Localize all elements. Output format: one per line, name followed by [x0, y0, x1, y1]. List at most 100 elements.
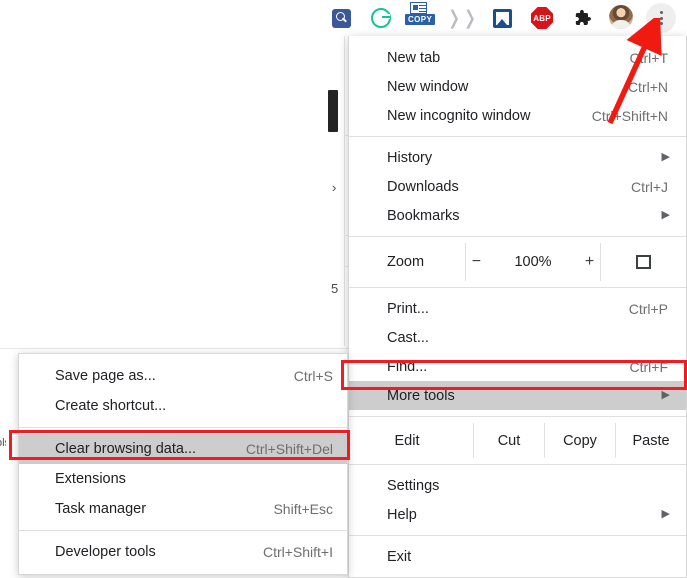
avatar-glyph — [609, 5, 633, 29]
menu-item-accelerator: Ctrl+F — [629, 358, 669, 375]
profile-avatar[interactable] — [607, 3, 635, 31]
submenu-item-label: Create shortcut... — [55, 398, 167, 414]
menu-separator — [349, 416, 686, 417]
search-glyph — [331, 8, 351, 28]
menu-item-accelerator: Ctrl+N — [627, 78, 668, 95]
copy-badge: COPY — [405, 14, 436, 25]
zoom-level-value: 100% — [514, 254, 552, 270]
chevrons-icon[interactable]: ❭❭ — [446, 4, 478, 32]
menu-item-label: New tab — [387, 49, 441, 66]
chrome-main-menu: New tab Ctrl+T New window Ctrl+N New inc… — [348, 36, 687, 578]
fullscreen-icon — [636, 255, 651, 269]
chevron-right-icon: ▶ — [661, 508, 670, 520]
chevrons-glyph: ❭❭ — [446, 7, 478, 29]
menu-item-label: Cast... — [387, 329, 429, 346]
submenu-separator — [19, 427, 347, 428]
chevron-right-icon: ▶ — [661, 209, 670, 221]
menu-item-accelerator: Ctrl+Shift+N — [591, 107, 668, 124]
background-horizontal-rule-4 — [0, 348, 348, 349]
menu-item-label: Exit — [387, 548, 412, 565]
menu-item-label: History — [387, 149, 433, 166]
menu-item-new-incognito-window[interactable]: New incognito window Ctrl+Shift+N — [349, 101, 686, 130]
menu-item-history[interactable]: History ▶ — [349, 143, 686, 172]
submenu-item-clear-browsing-data[interactable]: Clear browsing data... Ctrl+Shift+Del — [19, 434, 347, 464]
submenu-item-label: Extensions — [55, 471, 126, 487]
submenu-item-accelerator: Ctrl+S — [293, 368, 333, 384]
menu-item-label: Help — [387, 506, 417, 523]
menu-item-label: New incognito window — [387, 107, 531, 124]
background-dark-bar — [328, 90, 338, 132]
grammarly-icon[interactable] — [367, 4, 395, 32]
submenu-item-extensions[interactable]: Extensions — [19, 464, 347, 494]
submenu-item-label: Clear browsing data... — [55, 441, 197, 457]
menu-item-label: Downloads — [387, 178, 459, 195]
submenu-item-label: Developer tools — [55, 544, 156, 560]
chrome-menu-kebab-icon[interactable] — [646, 3, 676, 33]
menu-item-bookmarks[interactable]: Bookmarks ▶ — [349, 201, 686, 230]
edit-label: Edit — [394, 432, 420, 449]
menu-item-cast[interactable]: Cast... — [349, 323, 686, 352]
submenu-item-developer-tools[interactable]: Developer tools Ctrl+Shift+I — [19, 537, 347, 567]
edit-row: Edit Cut Copy Paste — [349, 423, 686, 458]
zoom-out-button[interactable]: − — [468, 253, 484, 271]
menu-separator — [349, 136, 686, 137]
zoom-controls: − 100% + — [465, 243, 601, 281]
menu-item-exit[interactable]: Exit — [349, 542, 686, 571]
menu-item-label: Find... — [387, 358, 428, 375]
menu-item-print[interactable]: Print... Ctrl+P — [349, 294, 686, 323]
cut-button[interactable]: Cut — [473, 423, 544, 458]
submenu-item-create-shortcut[interactable]: Create shortcut... — [19, 391, 347, 421]
zoom-label: Zoom — [387, 254, 425, 270]
menu-item-accelerator: Ctrl+J — [631, 178, 668, 195]
more-tools-submenu: Save page as... Ctrl+S Create shortcut..… — [18, 353, 348, 575]
submenu-item-accelerator: Ctrl+Shift+I — [262, 544, 333, 560]
background-text-fragment-1: › — [332, 180, 337, 195]
menu-item-label: More tools — [387, 387, 455, 404]
menu-separator — [349, 464, 686, 465]
background-vertical-rule — [344, 36, 345, 346]
paste-button[interactable]: Paste — [615, 423, 686, 458]
adblock-plus-icon[interactable]: ABP — [528, 4, 556, 32]
menu-separator — [349, 287, 686, 288]
background-text-fragment-3: ols — [0, 437, 6, 449]
image-extension-icon[interactable] — [488, 4, 516, 32]
submenu-item-accelerator: Ctrl+Shift+Del — [245, 441, 333, 457]
menu-item-label: Settings — [387, 477, 440, 494]
menu-item-help[interactable]: Help ▶ — [349, 500, 686, 529]
submenu-item-task-manager[interactable]: Task manager Shift+Esc — [19, 494, 347, 524]
menu-item-label: Bookmarks — [387, 207, 460, 224]
menu-item-downloads[interactable]: Downloads Ctrl+J — [349, 172, 686, 201]
search-extension-icon[interactable] — [327, 4, 355, 32]
photo-glyph — [492, 8, 512, 28]
submenu-item-save-page-as[interactable]: Save page as... Ctrl+S — [19, 361, 347, 391]
menu-item-more-tools[interactable]: More tools ▶ — [349, 381, 686, 410]
copy-extension-icon[interactable]: COPY — [405, 1, 436, 31]
copy-button[interactable]: Copy — [544, 423, 615, 458]
chevron-right-icon: ▶ — [661, 389, 670, 401]
menu-item-find[interactable]: Find... Ctrl+F — [349, 352, 686, 381]
menu-item-new-tab[interactable]: New tab Ctrl+T — [349, 43, 686, 72]
chevron-right-icon: ▶ — [661, 151, 670, 163]
copy-glyph: COPY — [405, 1, 436, 31]
background-text-fragment-2: 5 — [331, 281, 339, 296]
abp-badge: ABP — [531, 7, 553, 29]
fullscreen-button[interactable] — [601, 243, 686, 281]
submenu-item-accelerator: Shift+Esc — [273, 501, 333, 517]
menu-separator — [349, 236, 686, 237]
kebab-glyph — [646, 3, 676, 33]
menu-item-new-window[interactable]: New window Ctrl+N — [349, 72, 686, 101]
menu-separator — [349, 535, 686, 536]
browser-toolbar: COPY ❭❭ ABP — [0, 0, 687, 36]
menu-item-label: Print... — [387, 300, 429, 317]
zoom-in-button[interactable]: + — [582, 253, 598, 271]
submenu-item-label: Save page as... — [55, 368, 156, 384]
grammarly-glyph — [371, 8, 391, 28]
zoom-row: Zoom − 100% + — [349, 243, 686, 281]
submenu-separator — [19, 530, 347, 531]
menu-item-accelerator: Ctrl+T — [629, 49, 669, 66]
puzzle-glyph — [575, 9, 591, 25]
menu-item-label: New window — [387, 78, 469, 95]
submenu-item-label: Task manager — [55, 501, 147, 517]
menu-item-settings[interactable]: Settings — [349, 471, 686, 500]
extensions-puzzle-icon[interactable] — [568, 4, 596, 32]
